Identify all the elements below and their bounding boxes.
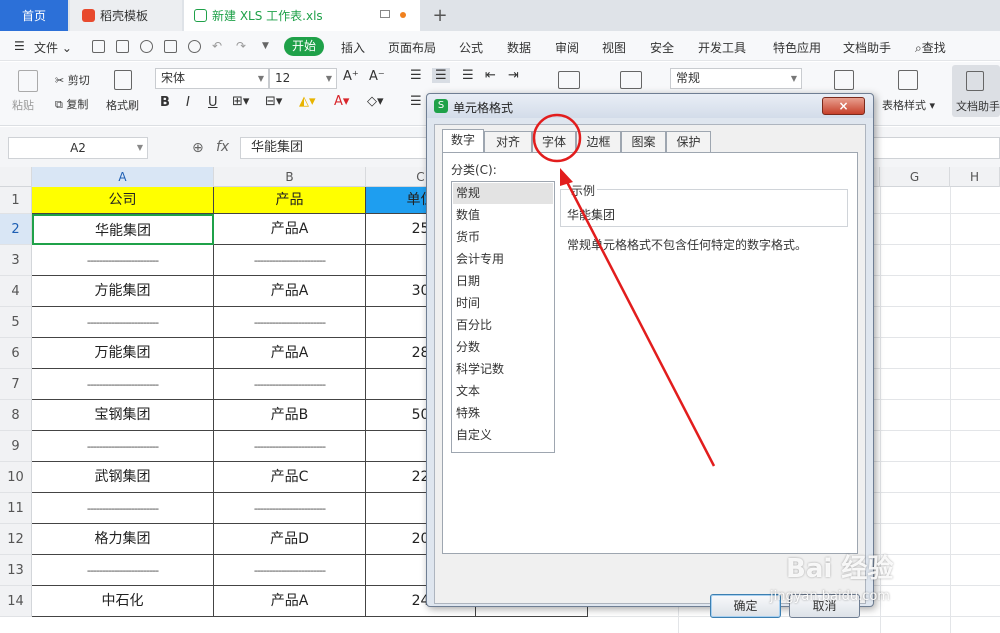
annotation-arrow-line xyxy=(564,179,716,467)
watermark-url: jingyan.baidu.com xyxy=(770,589,890,604)
annotation-overlay xyxy=(532,113,716,467)
baidu-jingyan-watermark: Bai 经验 xyxy=(786,554,894,584)
annotation-arrow-head xyxy=(560,168,573,186)
annotation-circle xyxy=(532,113,582,163)
